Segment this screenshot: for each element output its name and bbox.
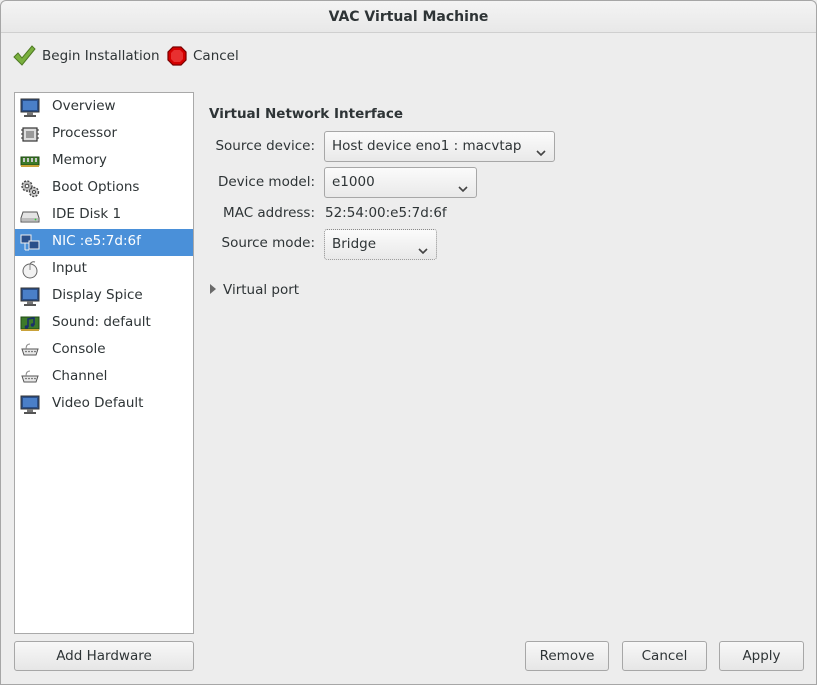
cancel-button[interactable]: Cancel xyxy=(622,641,707,671)
sidebar-item-label: Display Spice xyxy=(52,287,143,303)
sidebar-item-sound[interactable]: Sound: default xyxy=(15,310,193,337)
sidebar-item-video[interactable]: Video Default xyxy=(15,391,193,418)
sidebar-item-label: Console xyxy=(52,341,106,357)
source-mode-value: Bridge xyxy=(332,236,377,252)
expander-arrow-icon xyxy=(209,282,217,298)
cancel-installation-label: Cancel xyxy=(193,48,239,64)
gears-icon xyxy=(20,179,40,198)
sidebar-item-label: NIC :e5:7d:6f xyxy=(52,233,141,249)
cpu-chip-icon xyxy=(20,125,40,144)
mac-address-label: MAC address: xyxy=(223,205,315,221)
hard-disk-icon xyxy=(20,206,40,225)
cancel-installation-button[interactable]: Cancel xyxy=(167,43,239,69)
device-model-value: e1000 xyxy=(332,174,375,190)
source-mode-label: Source mode: xyxy=(221,235,316,251)
section-title: Virtual Network Interface xyxy=(209,106,404,122)
apply-button[interactable]: Apply xyxy=(719,641,804,671)
sidebar-item-boot-options[interactable]: Boot Options xyxy=(15,175,193,202)
source-device-select[interactable]: Host device eno1 : macvtap xyxy=(324,131,555,162)
sidebar-item-nic[interactable]: NIC :e5:7d:6f xyxy=(15,229,193,256)
sidebar-item-label: IDE Disk 1 xyxy=(52,206,122,222)
sidebar-item-processor[interactable]: Processor xyxy=(15,121,193,148)
mouse-icon xyxy=(20,260,40,279)
sidebar-item-overview[interactable]: Overview xyxy=(15,94,193,121)
memory-icon xyxy=(20,152,40,171)
hardware-list: Overview Processor Memory Boot Options I xyxy=(14,92,194,634)
sound-card-icon xyxy=(20,314,40,333)
chevron-down-icon xyxy=(535,141,547,157)
toolbar: Begin Installation Cancel xyxy=(1,34,816,78)
monitor-icon xyxy=(20,98,40,117)
add-hardware-button[interactable]: Add Hardware xyxy=(14,641,194,671)
remove-button[interactable]: Remove xyxy=(525,641,609,671)
monitor-icon xyxy=(20,395,40,414)
sidebar-item-label: Boot Options xyxy=(52,179,140,195)
checkmark-icon xyxy=(12,44,36,68)
sidebar-item-console[interactable]: Console xyxy=(15,337,193,364)
virtual-port-label: Virtual port xyxy=(223,282,300,298)
mac-address-value: 52:54:00:e5:7d:6f xyxy=(325,205,447,221)
sidebar-item-label: Video Default xyxy=(52,395,144,411)
sidebar-item-channel[interactable]: Channel xyxy=(15,364,193,391)
chevron-down-icon xyxy=(457,177,469,193)
sidebar-item-label: Channel xyxy=(52,368,108,384)
virtual-port-expander[interactable]: Virtual port xyxy=(209,280,299,300)
source-device-value: Host device eno1 : macvtap xyxy=(332,138,522,154)
sidebar-item-input[interactable]: Input xyxy=(15,256,193,283)
sidebar-item-label: Input xyxy=(52,260,87,276)
source-device-label: Source device: xyxy=(215,138,315,154)
device-model-label: Device model: xyxy=(217,174,315,190)
serial-port-icon xyxy=(20,368,40,387)
sidebar-item-ide-disk[interactable]: IDE Disk 1 xyxy=(15,202,193,229)
serial-port-icon xyxy=(20,341,40,360)
sidebar-item-display-spice[interactable]: Display Spice xyxy=(15,283,193,310)
sidebar-item-label: Overview xyxy=(52,98,116,114)
sidebar-item-memory[interactable]: Memory xyxy=(15,148,193,175)
sidebar-item-label: Processor xyxy=(52,125,118,141)
sidebar-item-label: Memory xyxy=(52,152,107,168)
window-title: VAC Virtual Machine xyxy=(1,1,816,33)
begin-installation-label: Begin Installation xyxy=(42,48,160,64)
network-icon xyxy=(20,233,40,252)
vm-details-window: VAC Virtual Machine Begin Installation C… xyxy=(0,0,817,685)
stop-icon xyxy=(167,46,187,66)
device-model-select[interactable]: e1000 xyxy=(324,167,477,198)
sidebar-item-label: Sound: default xyxy=(52,314,151,330)
begin-installation-button[interactable]: Begin Installation xyxy=(12,43,160,69)
source-mode-select[interactable]: Bridge xyxy=(324,229,437,260)
chevron-down-icon xyxy=(417,239,429,255)
monitor-icon xyxy=(20,287,40,306)
